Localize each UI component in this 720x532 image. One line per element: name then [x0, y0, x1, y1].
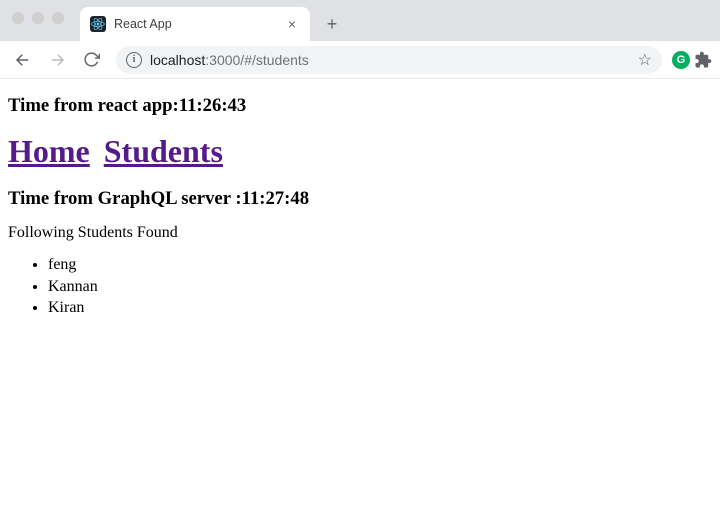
browser-tab[interactable]: React App ×: [80, 7, 310, 41]
browser-toolbar: i localhost:3000/#/students ☆ G: [0, 41, 720, 79]
url-text: localhost:3000/#/students: [150, 52, 309, 68]
back-button[interactable]: [8, 45, 38, 75]
list-item: Kannan: [48, 276, 712, 298]
nav-links: Home Students: [8, 133, 712, 170]
list-item: feng: [48, 254, 712, 276]
window-controls: [12, 12, 64, 24]
bookmark-star-icon[interactable]: ☆: [638, 50, 652, 70]
new-tab-button[interactable]: +: [318, 10, 346, 38]
graphql-time-label: Time from GraphQL server :: [8, 188, 242, 209]
student-list: feng Kannan Kiran: [48, 254, 712, 319]
home-link[interactable]: Home: [8, 133, 90, 169]
tab-title: React App: [114, 17, 276, 31]
reload-button[interactable]: [76, 45, 106, 75]
close-tab-icon[interactable]: ×: [284, 16, 300, 32]
students-link[interactable]: Students: [104, 133, 223, 169]
react-time-heading: Time from react app:11:26:43: [8, 95, 712, 117]
page-content: Time from react app:11:26:43 Home Student…: [0, 79, 720, 327]
window-close-dot[interactable]: [12, 12, 24, 24]
students-found-text: Following Students Found: [8, 224, 712, 242]
window-minimize-dot[interactable]: [32, 12, 44, 24]
extensions-puzzle-icon[interactable]: [694, 51, 712, 69]
window-maximize-dot[interactable]: [52, 12, 64, 24]
graphql-time-heading: Time from GraphQL server :11:27:48: [8, 188, 712, 210]
url-path: :3000/#/students: [205, 52, 309, 68]
grammarly-extension-icon[interactable]: G: [672, 51, 690, 69]
graphql-time-value: 11:27:48: [242, 188, 309, 209]
address-bar[interactable]: i localhost:3000/#/students ☆: [116, 46, 662, 74]
react-time-label: Time from react app:: [8, 95, 179, 116]
list-item: Kiran: [48, 297, 712, 319]
forward-button[interactable]: [42, 45, 72, 75]
site-info-icon[interactable]: i: [126, 52, 142, 68]
browser-tab-strip: React App × +: [0, 0, 720, 41]
react-favicon-icon: [90, 16, 106, 32]
react-time-value: 11:26:43: [179, 95, 246, 116]
url-host: localhost: [150, 52, 205, 68]
